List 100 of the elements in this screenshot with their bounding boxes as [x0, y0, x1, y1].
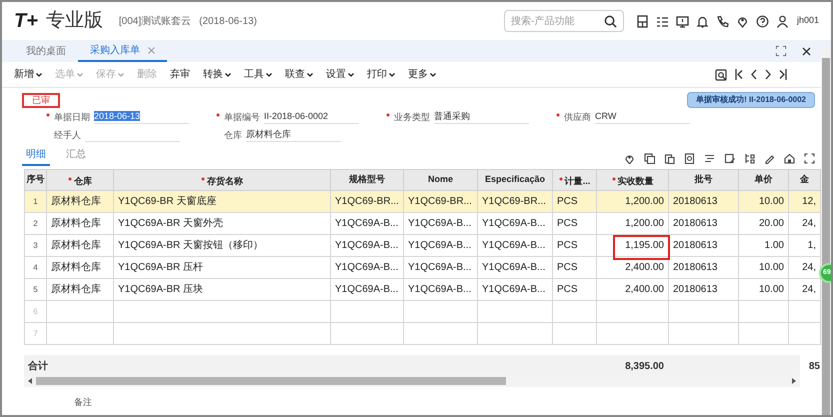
table-cell: 20180613 [668, 190, 738, 212]
field-label: 经手人 [54, 128, 81, 142]
location-icon[interactable] [624, 153, 635, 164]
column-header: 实收数量 [618, 174, 654, 188]
checklist-icon[interactable] [656, 14, 669, 28]
table-cell: 原材料仓库 [46, 234, 114, 256]
table-cell: Y1QC69A-B... [330, 256, 404, 278]
toolbar-button[interactable]: 更多 [408, 67, 436, 82]
scroll-right-icon[interactable] [792, 378, 796, 384]
input-field[interactable]: II-2018-06-0002 [264, 110, 359, 124]
edit-icon[interactable] [724, 153, 735, 164]
search-doc-icon[interactable] [715, 68, 727, 80]
table-cell: Y1QC69-BR 天窗底座 [114, 190, 330, 212]
table-cell: Y1QC69A-B... [404, 278, 478, 300]
table-cell: PCS [552, 234, 596, 256]
table-row[interactable]: 3 原材料仓库 Y1QC69A-BR 天窗按钮（移印） Y1QC69A-B... Y1QC69A-B... Y1QC69A-B... PCS 1,195.00 20180613 1.00 1, [24, 234, 820, 256]
copy-icon[interactable] [644, 153, 655, 164]
monitor-icon[interactable] [676, 14, 689, 28]
home-icon[interactable] [784, 153, 795, 164]
close-icon[interactable] [802, 47, 811, 56]
horizontal-scrollbar[interactable] [24, 375, 800, 387]
logo: T+ [14, 9, 38, 34]
bell-icon[interactable] [696, 14, 709, 28]
tab[interactable]: 我的桌面 [14, 40, 78, 62]
table-cell: Y1QC69A-B... [478, 212, 552, 234]
table-cell: Y1QC69-BR... [478, 190, 552, 212]
table-cell: Y1QC69A-B... [478, 256, 552, 278]
table-cell: Y1QC69-BR... [404, 190, 478, 212]
table-cell: Y1QC69A-B... [478, 278, 552, 300]
document-icon[interactable] [684, 153, 695, 164]
toolbar-button[interactable]: 设置 [326, 67, 354, 82]
list-icon[interactable] [704, 153, 715, 164]
phone-icon[interactable] [716, 14, 729, 28]
paste-icon[interactable] [664, 153, 675, 164]
pencil-icon[interactable] [764, 153, 775, 164]
input-field[interactable]: 原材料仓库 [246, 128, 341, 142]
column-header: Nome [428, 173, 453, 186]
column-header: 规格型号 [349, 173, 385, 186]
column-header: 批号 [694, 173, 712, 186]
table-cell: 原材料仓库 [46, 278, 114, 300]
table-cell: 20.00 [738, 212, 788, 234]
last-icon[interactable] [779, 69, 787, 80]
table-cell: 2 [24, 212, 46, 234]
toolbar-button[interactable]: 新增 [14, 67, 42, 82]
table-cell: PCS [552, 256, 596, 278]
table-cell: Y1QC69A-BR 天窗外壳 [114, 212, 330, 234]
tab[interactable]: 汇总 [62, 147, 90, 166]
field-label: 单据编号 [224, 110, 260, 124]
toolbar-button[interactable]: 转换 [203, 67, 231, 82]
tab[interactable]: 明细 [22, 147, 50, 166]
toolbar-button[interactable]: 打印 [367, 67, 395, 82]
search-input[interactable]: 搜索-产品功能 [510, 14, 604, 28]
first-icon[interactable] [735, 69, 743, 80]
column-header: 仓库 [74, 174, 92, 188]
vertical-scrollbar[interactable] [821, 48, 831, 415]
table-cell: 原材料仓库 [46, 190, 114, 212]
table-cell: 原材料仓库 [46, 212, 114, 234]
table-cell: 5 [24, 278, 46, 300]
tab[interactable]: 采购入库单 [78, 40, 167, 62]
table-row[interactable]: 5 原材料仓库 Y1QC69A-BR 压块 Y1QC69A-B... Y1QC69A-B... Y1QC69A-B... PCS 2,400.00 20180613 10.00 24, [24, 278, 820, 300]
location-icon[interactable] [736, 14, 749, 28]
column-header: 单价 [754, 173, 772, 186]
input-field[interactable]: 2018-06-13 [94, 110, 189, 124]
table-cell: Y1QC69A-B... [404, 234, 478, 256]
table-row[interactable]: 1 原材料仓库 Y1QC69-BR 天窗底座 Y1QC69-BR... Y1QC69-BR... Y1QC69-BR... PCS 1,200.00 20180613 10.00 12, [24, 190, 820, 212]
table-cell: 2,400.00 [596, 278, 668, 300]
search-icon[interactable] [604, 14, 617, 28]
input-field[interactable]: 普通采购 [434, 110, 529, 124]
table-row[interactable]: 4 原材料仓库 Y1QC69A-BR 压杆 Y1QC69A-B... Y1QC69A-B... Y1QC69A-B... PCS 2,400.00 20180613 10.00 24, [24, 256, 820, 278]
table-cell: 20180613 [668, 212, 738, 234]
table-cell: Y1QC69A-B... [330, 212, 404, 234]
table-cell: 4 [24, 256, 46, 278]
toolbar-button[interactable]: 工具 [244, 67, 272, 82]
toolbar-button[interactable]: 弃审 [170, 67, 190, 82]
field-label: 供应商 [564, 110, 591, 124]
table-cell: 10.00 [738, 190, 788, 212]
search-field[interactable]: 搜索-产品功能 [504, 10, 624, 32]
product-name: 专业版 [46, 8, 103, 33]
table-cell: 3 [24, 234, 46, 256]
next-icon[interactable] [765, 69, 771, 80]
toolbar-button[interactable]: 联查 [285, 67, 313, 82]
layout-icon[interactable] [744, 153, 755, 164]
table-cell: Y1QC69A-B... [404, 212, 478, 234]
table-cell: 20180613 [668, 256, 738, 278]
scroll-left-icon[interactable] [28, 378, 32, 384]
fullscreen-icon[interactable] [804, 153, 815, 164]
table-cell: 原材料仓库 [46, 256, 114, 278]
column-header: 金 [800, 173, 809, 186]
column-header: 计量... [564, 174, 590, 188]
input-field[interactable]: CRW [595, 110, 690, 124]
help-icon[interactable] [756, 14, 769, 28]
table-row[interactable]: 2 原材料仓库 Y1QC69A-BR 天窗外壳 Y1QC69A-B... Y1QC69A-B... Y1QC69A-B... PCS 1,200.00 20180613 20.00 24, [24, 212, 820, 234]
table-cell: 20180613 [668, 234, 738, 256]
maximize-icon[interactable] [776, 46, 786, 56]
user-icon[interactable] [776, 14, 789, 28]
user-name[interactable]: jh001 [796, 14, 819, 28]
table-cell: Y1QC69A-B... [330, 234, 404, 256]
table-cell: Y1QC69-BR... [330, 190, 404, 212]
column-header: 存货名称 [207, 174, 243, 188]
previous-icon[interactable] [751, 69, 757, 80]
